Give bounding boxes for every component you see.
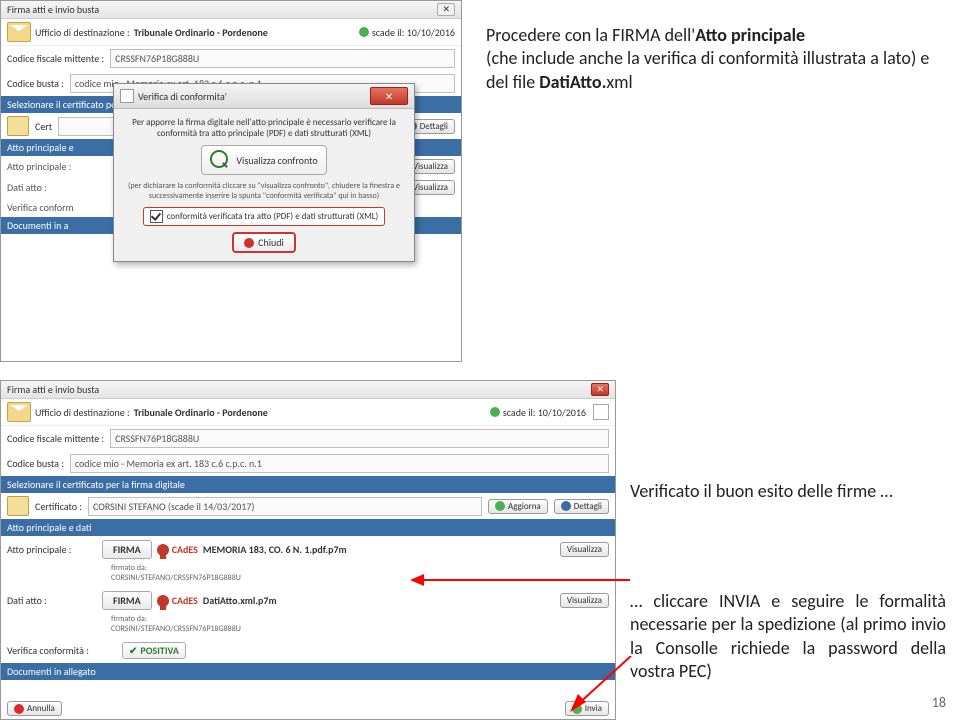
- scadenza: scade il: 10/10/2016: [490, 404, 609, 420]
- firma-button[interactable]: FIRMA: [102, 540, 152, 559]
- page-number: 18: [932, 694, 946, 711]
- dati-atto-row: Dati atto : FIRMA CAdES DatiAtto.xml.p7m…: [1, 587, 615, 614]
- dialog-text: Per apporre la firma digitale nell'atto …: [122, 117, 406, 139]
- visualizza-button[interactable]: Visualizza: [560, 593, 609, 608]
- cades-badge: CAdES: [157, 594, 198, 607]
- magnify-icon: [210, 150, 230, 170]
- cert-input[interactable]: CORSINI STEFANO (scade il 14/03/2017): [88, 497, 482, 516]
- aggiorna-button[interactable]: Aggiorna: [488, 499, 548, 514]
- cf-input[interactable]: CRSSFN76P18G888U: [110, 429, 609, 448]
- checkbox-label: conformità verificata tra atto (PDF) e d…: [167, 211, 379, 222]
- window-titlebar: Firma atti e invio busta ✕: [1, 1, 461, 19]
- firma-button[interactable]: FIRMA: [102, 591, 152, 610]
- cert-row: Certificato : CORSINI STEFANO (scade il …: [1, 493, 615, 519]
- cert-icon: [7, 496, 29, 516]
- cf-row: Codice fiscale mittente : CRSSFN76P18G88…: [1, 46, 461, 71]
- atto-principale-row: Atto principale : FIRMA CAdES MEMORIA 18…: [1, 536, 615, 563]
- doc-allegato-header: Documenti in allegato: [1, 663, 615, 680]
- codice-busta-row: Codice busta : codice mio - Memoria ex a…: [1, 451, 615, 476]
- cancel-icon: [14, 704, 24, 714]
- instruction-para-2: Verificato il buon esito delle firme …: [630, 480, 946, 503]
- screenshot-2: Firma atti e invio busta ✕ Ufficio di de…: [0, 380, 616, 720]
- seal-icon: [157, 544, 169, 556]
- cf-input[interactable]: CRSSFN76P18G888U: [110, 49, 455, 68]
- status-dot-icon: [490, 407, 500, 417]
- dettagli-button[interactable]: Dettagli: [554, 499, 609, 514]
- destination-row: Ufficio di destinazione : Tribunale Ordi…: [1, 19, 461, 46]
- conformita-checkbox-row[interactable]: conformità verificata tra atto (PDF) e d…: [143, 207, 386, 226]
- checkbox-icon[interactable]: [150, 210, 163, 223]
- cert-icon: [7, 116, 29, 136]
- verifica-conf-row: Verifica conformità : ✔POSITIVA: [1, 638, 615, 663]
- window-title: Firma atti e invio busta: [7, 3, 99, 16]
- annulla-button[interactable]: Annulla: [7, 701, 62, 716]
- info-icon: [561, 501, 571, 511]
- scadenza: scade il: 10/10/2016: [359, 26, 455, 39]
- chiudi-button[interactable]: Chiudi: [232, 232, 296, 253]
- select-cert-header: Selezionare il certificato per la firma …: [1, 476, 615, 493]
- status-dot-icon: [359, 27, 369, 37]
- screenshot-1: Firma atti e invio busta ✕ Ufficio di de…: [0, 0, 462, 362]
- instruction-para-1: Procedere con la FIRMA dell'Atto princip…: [486, 24, 946, 94]
- firmato-da-line: firmato da:CORSINI/STEFANO/CRSSFN76P18G8…: [1, 614, 615, 638]
- dialog-icon: [120, 89, 134, 103]
- dialog-title: Verifica di conformita': [138, 90, 227, 103]
- cf-row: Codice fiscale mittente : CRSSFN76P18G88…: [1, 426, 615, 451]
- dialog-titlebar: Verifica di conformita' ✕: [114, 84, 414, 109]
- close-dot-icon: [244, 238, 254, 248]
- verifica-dialog: Verifica di conformita' ✕ Per apporre la…: [113, 83, 415, 262]
- envelope-icon: [7, 22, 31, 42]
- seal-icon: [157, 595, 169, 607]
- destination-value: Tribunale Ordinario - Pordenone: [134, 406, 268, 419]
- file-name: DatiAtto.xml.p7m: [203, 594, 277, 607]
- file-name: MEMORIA 183, CO. 6 N. 1.pdf.p7m: [203, 543, 347, 556]
- dialog-close-button[interactable]: ✕: [370, 87, 408, 105]
- visualizza-button[interactable]: Visualizza: [560, 542, 609, 557]
- positiva-badge: ✔POSITIVA: [122, 642, 186, 659]
- destination-row: Ufficio di destinazione : Tribunale Ordi…: [1, 399, 615, 426]
- atto-dati-header: Atto principale e dati: [1, 519, 615, 536]
- close-icon[interactable]: ✕: [591, 383, 609, 396]
- window-title: Firma atti e invio busta: [7, 383, 99, 396]
- envelope-icon: [7, 402, 31, 422]
- calendar-icon[interactable]: [593, 404, 609, 420]
- refresh-icon: [495, 501, 505, 511]
- cades-badge: CAdES: [157, 543, 198, 556]
- visualizza-confronto-button[interactable]: Visualizza confronto: [201, 145, 326, 175]
- arrow-icon: [410, 570, 630, 590]
- dialog-subtext: (per dichiarare la conformità cliccare s…: [122, 181, 406, 201]
- destination-value: Tribunale Ordinario - Pordenone: [134, 26, 268, 39]
- close-icon[interactable]: ✕: [437, 3, 455, 16]
- instruction-para-3: … cliccare INVIA e seguire le formalità …: [630, 590, 946, 684]
- window-titlebar: Firma atti e invio busta ✕: [1, 381, 615, 399]
- codice-busta-input[interactable]: codice mio - Memoria ex art. 183 c.6 c.p…: [70, 454, 609, 473]
- arrow-icon: [566, 656, 636, 716]
